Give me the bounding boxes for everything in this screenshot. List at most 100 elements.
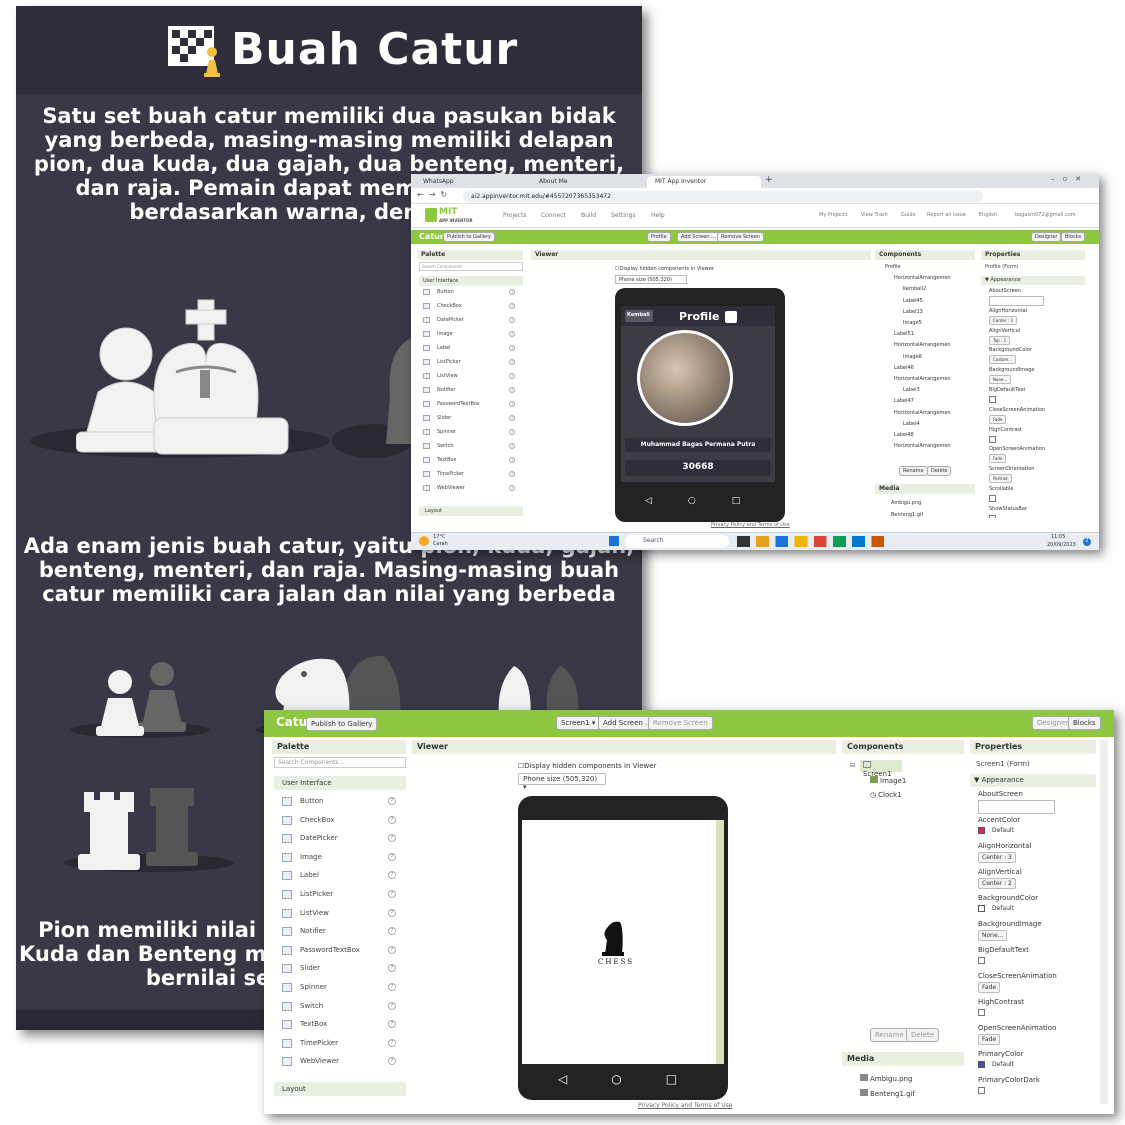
palette-item[interactable]: Label? <box>276 870 402 884</box>
help-icon[interactable]: ? <box>509 289 515 295</box>
tree-item[interactable]: HorizontalArrangemen <box>894 275 951 281</box>
remove-screen-button[interactable]: Remove Screen <box>648 716 713 730</box>
palette-item[interactable]: DatePicker? <box>276 833 402 847</box>
property-checkbox[interactable] <box>989 435 996 443</box>
remove-screen-button[interactable]: Remove Screen <box>717 232 765 242</box>
media-item[interactable]: Benteng1.gif <box>891 512 923 518</box>
menu-settings[interactable]: Settings <box>611 212 636 219</box>
help-icon[interactable]: ? <box>388 797 396 805</box>
property-value[interactable]: Center : 2 <box>978 878 1016 889</box>
help-icon[interactable]: ? <box>388 815 396 824</box>
tree-item[interactable]: Label3 <box>903 387 920 393</box>
palette-item[interactable]: ListView? <box>419 372 519 386</box>
blocks-button[interactable]: Blocks <box>1061 232 1086 242</box>
property-checkbox[interactable] <box>978 1087 985 1094</box>
palette-item[interactable]: WebViewer? <box>419 484 519 498</box>
palette-item[interactable]: Notifier? <box>276 926 402 940</box>
palette-item[interactable]: TimePicker? <box>276 1038 402 1052</box>
palette-item[interactable]: ListView? <box>276 908 402 922</box>
palette-item[interactable]: ListPicker? <box>419 358 519 372</box>
layout-group[interactable]: Layout <box>419 506 523 516</box>
privacy-link[interactable]: Privacy Policy and Terms of Use <box>638 1102 732 1109</box>
property-value[interactable]: Default <box>989 826 1017 835</box>
property-checkbox[interactable] <box>989 396 996 403</box>
help-icon[interactable]: ? <box>388 1001 396 1010</box>
help-icon[interactable]: ? <box>509 317 515 323</box>
color-swatch[interactable] <box>978 1061 985 1068</box>
help-icon[interactable]: ? <box>509 387 515 393</box>
display-hidden-checkbox[interactable]: ☐Display hidden components in Viewer <box>518 762 656 770</box>
help-icon[interactable]: ? <box>388 945 396 954</box>
help-icon[interactable]: ? <box>509 331 515 337</box>
property-value[interactable]: Fade <box>989 454 1007 464</box>
tree-item[interactable]: HorizontalArrangemen <box>894 443 951 449</box>
help-icon[interactable]: ? <box>509 443 515 449</box>
palette-item[interactable]: Slider? <box>276 963 402 977</box>
help-icon[interactable]: ? <box>388 927 396 936</box>
link-view-trash[interactable]: View Trash <box>861 212 888 218</box>
help-icon[interactable]: ? <box>388 1020 396 1029</box>
link-my-projects[interactable]: My Projects <box>819 212 848 218</box>
palette-item[interactable]: Button? <box>276 796 402 810</box>
palette-item[interactable]: TextBox? <box>419 456 519 470</box>
tree-item[interactable]: Image5 <box>903 320 922 326</box>
url-field[interactable]: ai2.appinventor.mit.edu/#455720736535347… <box>463 191 983 202</box>
screen-select[interactable]: Screen1 ▾ <box>556 716 601 730</box>
media-item[interactable]: Benteng1.gif <box>860 1089 915 1098</box>
palette-item[interactable]: Image? <box>276 852 402 866</box>
delete-button[interactable]: Delete <box>927 466 952 476</box>
tree-item[interactable]: Label51 <box>894 331 914 337</box>
color-swatch[interactable] <box>978 827 985 834</box>
viewer-scrollbar[interactable] <box>716 820 724 1064</box>
property-value[interactable]: None... <box>989 375 1012 385</box>
blocks-button[interactable]: Blocks <box>1068 716 1101 730</box>
link-report-issue[interactable]: Report an Issue <box>927 212 966 218</box>
property-value[interactable]: Default <box>989 1060 1017 1069</box>
tree-item[interactable]: Label48 <box>894 432 914 438</box>
layout-group[interactable]: Layout <box>274 1082 406 1096</box>
tree-item-screen1[interactable]: Screen1 <box>860 760 902 778</box>
property-value[interactable]: Center : 3 <box>978 852 1016 863</box>
help-icon[interactable]: ? <box>388 1038 396 1047</box>
help-icon[interactable]: ? <box>509 401 515 407</box>
palette-search[interactable]: Search Components <box>419 262 523 271</box>
page-scrollbar[interactable] <box>1100 740 1108 1104</box>
tree-item[interactable]: Label13 <box>903 309 923 315</box>
palette-item[interactable]: TimePicker? <box>419 470 519 484</box>
tree-item[interactable]: HorizontalArrangemen <box>894 376 951 382</box>
collapse-icon[interactable]: ⊟ <box>850 762 855 769</box>
taskbar-search[interactable]: Search <box>625 535 729 548</box>
help-icon[interactable]: ? <box>388 871 396 880</box>
property-value[interactable]: Default <box>989 904 1017 913</box>
palette-search[interactable]: Search Components... <box>274 757 406 768</box>
palette-item[interactable]: CheckBox? <box>419 302 519 316</box>
property-value[interactable]: Fade <box>978 1034 1001 1045</box>
kembali-button[interactable]: Kembali <box>625 310 653 322</box>
tab-whatsapp[interactable]: WhatsApp <box>415 176 525 188</box>
about-screen-textarea[interactable] <box>989 296 1044 306</box>
palette-item[interactable]: PasswordTextBox? <box>276 945 402 959</box>
property-value[interactable]: Fade <box>978 982 1001 993</box>
android-nav-icon[interactable]: ◁○□ <box>645 496 776 506</box>
palette-item[interactable]: Switch? <box>276 1001 402 1015</box>
property-value[interactable]: Portrait <box>989 474 1012 484</box>
media-item[interactable]: Ambigu.png <box>891 500 921 506</box>
palette-item[interactable]: WebViewer? <box>276 1056 402 1070</box>
property-value[interactable]: None... <box>978 930 1008 941</box>
tree-item[interactable]: Label47 <box>894 398 914 404</box>
media-item[interactable]: Ambigu.png <box>860 1074 912 1083</box>
help-icon[interactable]: ? <box>509 415 515 421</box>
privacy-link[interactable]: Privacy Policy and Terms of Use <box>711 522 790 528</box>
property-value[interactable]: Custom... <box>989 355 1017 365</box>
palette-item[interactable]: ListPicker? <box>276 889 402 903</box>
help-icon[interactable]: ? <box>509 345 515 351</box>
delete-button[interactable]: Delete <box>906 1028 939 1042</box>
property-checkbox[interactable] <box>989 495 996 502</box>
language-select[interactable]: English <box>979 212 997 218</box>
screen-select[interactable]: Profile <box>647 232 671 242</box>
palette-item[interactable]: CheckBox? <box>276 815 402 829</box>
link-guide[interactable]: Guide <box>901 212 916 218</box>
tab-app-inventor[interactable]: MIT App Inventor <box>647 176 761 188</box>
color-swatch[interactable] <box>978 905 985 912</box>
palette-item[interactable]: TextBox? <box>276 1019 402 1033</box>
